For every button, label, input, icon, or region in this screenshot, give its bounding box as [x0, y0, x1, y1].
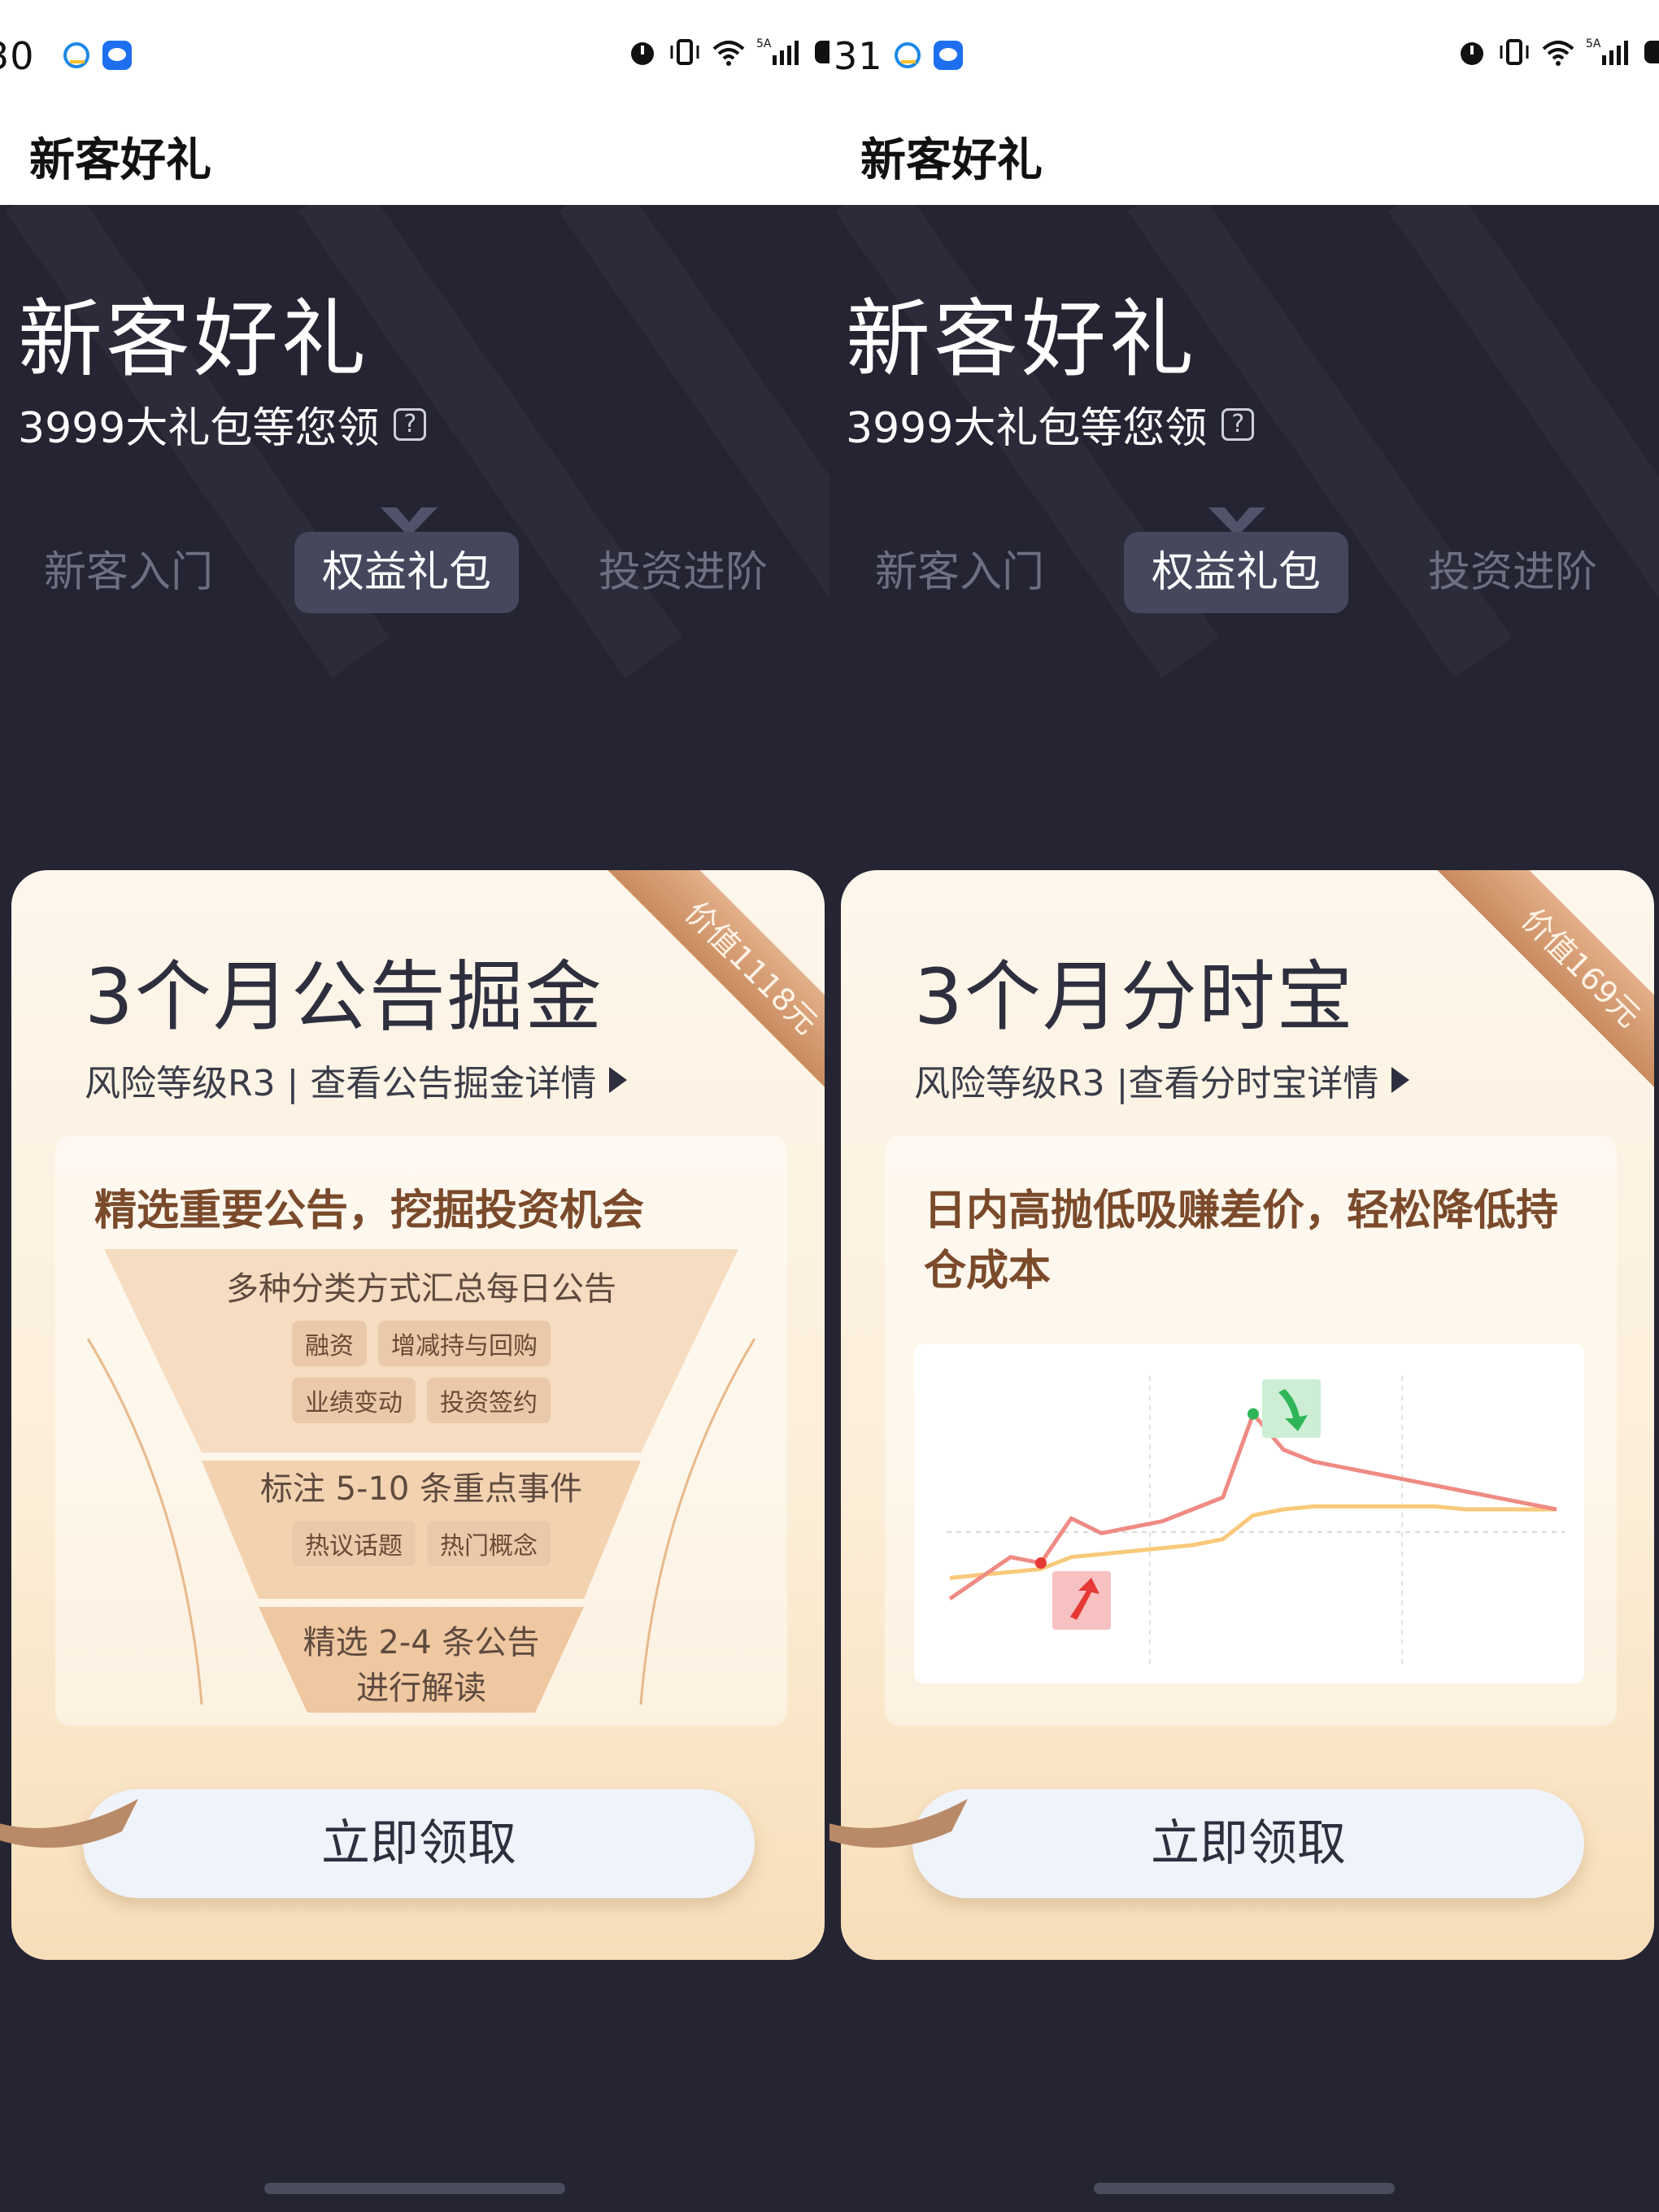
- hero-subtitle: 3999大礼包等您领 ?: [846, 394, 1255, 455]
- wifi-icon: [712, 41, 745, 66]
- funnel-layer-2-text: 标注 5-10 条重点事件: [259, 1470, 583, 1508]
- system-status-icons: 5A: [626, 36, 830, 68]
- sell-point: [1248, 1408, 1259, 1420]
- battery-icon: [1644, 41, 1659, 63]
- tab-advanced[interactable]: 投资进阶: [599, 532, 768, 613]
- home-indicator[interactable]: [1094, 2183, 1395, 2194]
- hero-section: 新客好礼 3999大礼包等您领 ? 新客入门 权益礼包 投资进阶 价值1118元…: [0, 205, 830, 2212]
- funnel-layer-3-text-2: 进行解读: [356, 1670, 486, 1707]
- screen-right: 31 5A 新客好礼 新客好礼 3999大礼包等您领 ? 新客入门 权益礼包 投…: [830, 0, 1659, 2212]
- vibrate-icon: [670, 39, 699, 65]
- chart-series-layer: [948, 1408, 1557, 1601]
- play-arrow-icon: [609, 1067, 628, 1093]
- system-status-icons: 5A: [1456, 36, 1659, 68]
- chip-row: 热议话题 热门概念: [210, 1521, 633, 1566]
- card-detail-link[interactable]: 风险等级R3 | 查看公告掘金详情: [85, 1054, 628, 1106]
- message-notification-icon: [102, 41, 132, 70]
- svg-text:5A: 5A: [1586, 37, 1601, 50]
- claim-button[interactable]: 立即领取: [912, 1789, 1584, 1898]
- buy-marker: [1052, 1571, 1111, 1630]
- alarm-icon: [631, 42, 654, 65]
- funnel-layer-1-text: 多种分类方式汇总每日公告: [226, 1270, 616, 1308]
- tab-benefit-pack[interactable]: 权益礼包: [1124, 532, 1349, 613]
- tag-chip: 热议话题: [292, 1521, 416, 1566]
- funnel-layer-3: 精选 2-4 条公告 进行解读: [259, 1620, 584, 1711]
- intraday-chart-svg: [947, 1376, 1565, 1669]
- hero-subtitle-text: 3999大礼包等您领: [846, 404, 1208, 453]
- hero-subtitle: 3999大礼包等您领 ?: [18, 394, 427, 455]
- qq-notification-icon: [63, 42, 89, 68]
- tab-benefit-pack[interactable]: 权益礼包: [294, 532, 520, 613]
- tab-bar: 新客入门 权益礼包 投资进阶: [830, 532, 1659, 613]
- feature-panel: 精选重要公告，挖掘投资机会 多种分类方式汇总每日公告 融资 增减持与回购 业绩变…: [55, 1135, 787, 1726]
- funnel-layer-1: 多种分类方式汇总每日公告 融资 增减持与回购 业绩变动 投资签约: [169, 1262, 673, 1423]
- feature-headline: 日内高抛低吸赚差价，轻松降低持仓成本: [924, 1187, 1559, 1295]
- hero-subtitle-text: 3999大礼包等您领: [18, 404, 380, 453]
- page-title: 新客好礼: [860, 134, 1043, 187]
- hero-title: 新客好礼: [18, 290, 370, 389]
- funnel-layer-2: 标注 5-10 条重点事件 热议话题 热门概念: [210, 1462, 633, 1566]
- tab-bar: 新客入门 权益礼包 投资进阶: [0, 532, 830, 613]
- help-icon[interactable]: ?: [1221, 407, 1255, 441]
- alarm-icon: [1461, 42, 1483, 65]
- page-title: 新客好礼: [29, 134, 211, 187]
- status-bar: 30 5A: [0, 0, 830, 106]
- value-ribbon: 价值169元: [1437, 870, 1654, 1112]
- decorative-swoosh-icon: [0, 1799, 138, 1848]
- value-ribbon: 价值1118元: [607, 870, 825, 1112]
- hero-section: 新客好礼 3999大礼包等您领 ? 新客入门 权益礼包 投资进阶 价值169元 …: [830, 205, 1659, 2212]
- message-notification-icon: [934, 41, 963, 70]
- tab-newcomer[interactable]: 新客入门: [44, 532, 213, 613]
- notification-icons: [891, 39, 964, 72]
- status-time: 31: [834, 34, 883, 78]
- status-time: 30: [0, 34, 35, 78]
- signal-5g-icon: 5A: [1586, 37, 1628, 65]
- qq-notification-icon: [895, 42, 921, 68]
- feature-headline: 精选重要公告，挖掘投资机会: [94, 1187, 645, 1235]
- notification-icons: [60, 39, 133, 72]
- intraday-chart: [914, 1343, 1584, 1683]
- chip-row: 融资 增减持与回购: [169, 1321, 673, 1366]
- sell-marker: [1262, 1379, 1321, 1438]
- wifi-icon: [1542, 41, 1574, 66]
- decorative-swoosh-icon: [830, 1799, 968, 1848]
- tag-chip: 融资: [292, 1321, 367, 1366]
- signal-5g-icon: 5A: [756, 37, 799, 65]
- card-title: 3个月公告掘金: [85, 953, 603, 1042]
- chip-row: 业绩变动 投资签约: [169, 1378, 673, 1423]
- vibrate-icon: [1500, 39, 1529, 65]
- card-meta-text: 风险等级R3 | 查看公告掘金详情: [85, 1063, 597, 1104]
- help-icon[interactable]: ?: [394, 407, 427, 441]
- tab-newcomer[interactable]: 新客入门: [875, 532, 1044, 613]
- top-navigation-bar: 新客好礼: [0, 106, 830, 205]
- tag-chip: 增减持与回购: [378, 1321, 551, 1366]
- tab-advanced[interactable]: 投资进阶: [1428, 532, 1597, 613]
- tag-chip: 业绩变动: [292, 1378, 416, 1423]
- status-bar: 31 5A: [830, 0, 1659, 106]
- feature-panel: 日内高抛低吸赚差价，轻松降低持仓成本: [885, 1135, 1617, 1726]
- hero-title: 新客好礼: [846, 290, 1198, 389]
- funnel-layer-3-text: 精选 2-4 条公告: [303, 1624, 540, 1661]
- card-meta-text: 风险等级R3 |查看分时宝详情: [914, 1063, 1379, 1104]
- card-title: 3个月分时宝: [914, 953, 1355, 1042]
- top-navigation-bar: 新客好礼: [830, 106, 1659, 205]
- screen-left: 30 5A 新客好礼 新客好礼 3999大礼包等您领 ? 新客入门 权益礼包 投…: [0, 0, 830, 2212]
- claim-button[interactable]: 立即领取: [83, 1789, 755, 1898]
- tag-chip: 热门概念: [427, 1521, 551, 1566]
- home-indicator[interactable]: [264, 2183, 565, 2194]
- battery-icon: [815, 41, 830, 63]
- play-arrow-icon: [1391, 1067, 1410, 1093]
- buy-point: [1034, 1557, 1047, 1569]
- svg-text:5A: 5A: [756, 37, 772, 50]
- tag-chip: 投资签约: [427, 1378, 551, 1423]
- price-line: [948, 1412, 1557, 1601]
- card-detail-link[interactable]: 风险等级R3 |查看分时宝详情: [914, 1054, 1410, 1106]
